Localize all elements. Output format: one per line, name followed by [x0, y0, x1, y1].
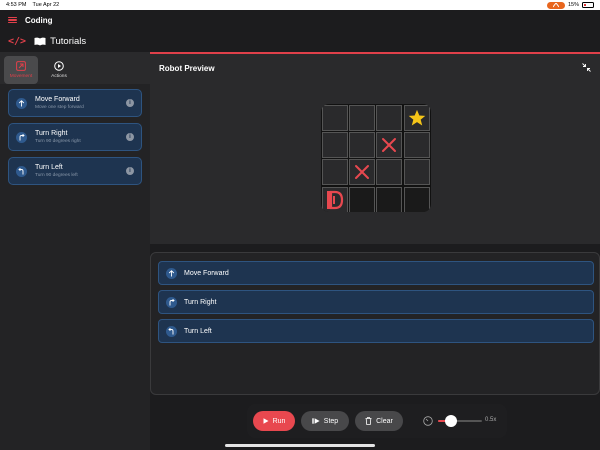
tab-movement-label: Movement [9, 74, 33, 79]
battery-icon [582, 2, 594, 8]
trash-icon [365, 417, 372, 425]
program-sequence: Move Forward Turn Right Turn Left [150, 252, 600, 395]
speedometer-icon [423, 416, 433, 426]
playback-controls: Run Step Clear 0.5x [247, 404, 507, 438]
robot-preview-panel: Robot Preview [150, 54, 600, 244]
header-row: </> Tutorials [0, 30, 600, 52]
step-forward-icon [312, 418, 320, 424]
robot-icon [327, 190, 344, 209]
clear-button[interactable]: Clear [355, 411, 403, 431]
step-label: Step [323, 417, 339, 425]
status-bar: 4:53 PM Tue Apr 22 15% [0, 0, 600, 10]
command-move-forward[interactable]: Move Forward Move one step forward i [8, 89, 142, 117]
program-step-label: Turn Right [184, 298, 217, 306]
grid-cell [403, 159, 430, 186]
screen-record-pill [546, 1, 565, 9]
command-title: Move Forward [35, 96, 80, 103]
info-icon[interactable]: i [126, 99, 134, 107]
command-palette: Movement Actions Move Forward Move one s… [0, 52, 150, 450]
play-icon [263, 418, 269, 424]
run-button[interactable]: Run [253, 411, 295, 431]
obstacle-x-icon [355, 165, 370, 180]
grid-cell [322, 159, 348, 186]
preview-title: Robot Preview [159, 64, 215, 73]
tab-movement[interactable]: Movement [4, 56, 38, 84]
command-subtitle: Move one step forward [35, 105, 84, 110]
program-step-turn-left[interactable]: Turn Left [158, 319, 594, 343]
grid-cell [322, 132, 348, 159]
grid-cell [376, 132, 403, 159]
clear-label: Clear [376, 417, 393, 425]
arrow-up-icon [16, 97, 27, 109]
command-subtitle: Turn 90 degrees left [35, 173, 78, 178]
goal-star-icon [408, 109, 425, 126]
grid-cell [322, 186, 348, 212]
category-tabs: Movement Actions [0, 52, 150, 84]
speed-slider-knob[interactable] [445, 415, 458, 427]
program-step-label: Move Forward [184, 269, 229, 277]
grid-cell [349, 105, 376, 131]
tab-actions[interactable]: Actions [42, 56, 76, 84]
collapse-icon[interactable] [582, 63, 591, 72]
info-icon[interactable]: i [126, 133, 134, 141]
command-turn-right[interactable]: Turn Right Turn 90 degrees right i [8, 123, 142, 151]
signal-icon [552, 2, 559, 7]
turn-left-icon [166, 325, 177, 337]
info-icon[interactable]: i [126, 167, 134, 175]
program-step-move-forward[interactable]: Move Forward [158, 261, 594, 285]
grid-cell [349, 132, 376, 159]
command-subtitle: Turn 90 degrees right [35, 139, 81, 144]
speed-label: 0.5x [485, 417, 497, 423]
arrow-up-icon [166, 267, 177, 279]
program-step-label: Turn Left [184, 327, 212, 335]
run-label: Run [272, 417, 286, 425]
grid-cell [322, 105, 348, 131]
grid-cell [403, 105, 430, 131]
grid-cell [403, 186, 430, 212]
grid-cell [376, 105, 403, 131]
grid-cell [403, 132, 430, 159]
home-indicator [225, 444, 375, 447]
grid-cell [349, 159, 376, 186]
command-title: Turn Left [35, 164, 63, 171]
step-button[interactable]: Step [301, 411, 349, 431]
app-title: Coding [25, 15, 53, 25]
robot-grid [321, 104, 431, 212]
menu-icon[interactable] [8, 17, 17, 24]
movement-icon [16, 61, 26, 71]
command-title: Turn Right [35, 130, 68, 137]
tutorials-link[interactable]: Tutorials [50, 36, 86, 47]
grid-cell [376, 186, 403, 212]
battery-percent: 15% [567, 2, 579, 8]
turn-left-icon [16, 165, 27, 177]
play-circle-icon [54, 61, 64, 71]
grid-cell [376, 159, 403, 186]
turn-right-icon [16, 131, 27, 143]
turn-right-icon [166, 296, 177, 308]
tab-actions-label: Actions [51, 74, 67, 79]
grid-cell [349, 186, 376, 212]
status-date: Tue Apr 22 [32, 2, 60, 8]
command-turn-left[interactable]: Turn Left Turn 90 degrees left i [8, 157, 142, 185]
top-bar: Coding [0, 10, 600, 30]
obstacle-x-icon [382, 138, 397, 153]
book-icon [34, 37, 46, 45]
code-icon[interactable]: </> [8, 36, 26, 47]
status-time: 4:53 PM [6, 2, 27, 8]
program-step-turn-right[interactable]: Turn Right [158, 290, 594, 314]
